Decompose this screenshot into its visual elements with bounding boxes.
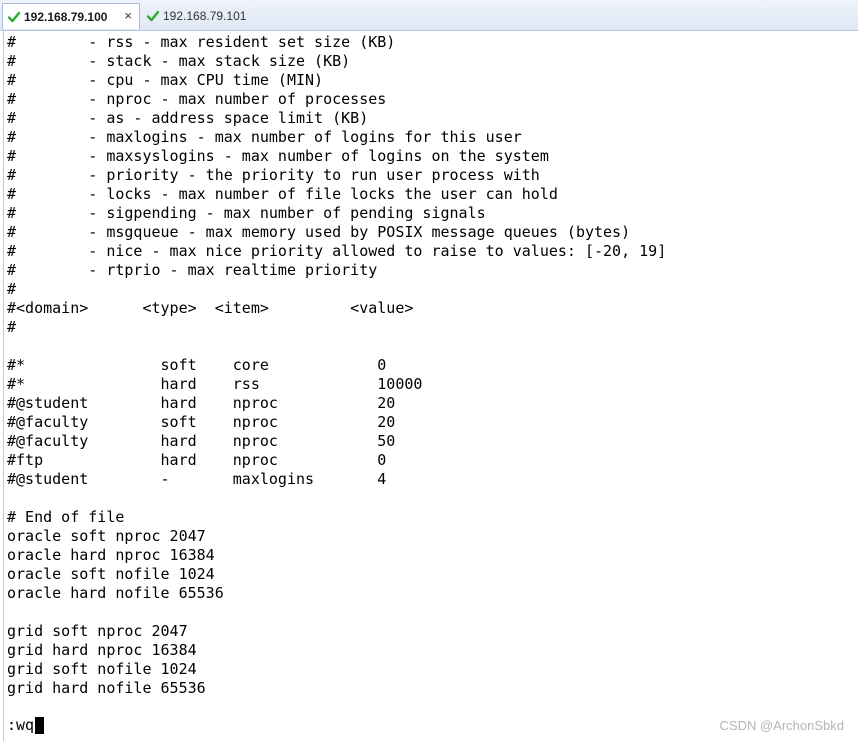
watermark: CSDN @ArchonSbkd	[719, 718, 844, 733]
connected-check-icon	[146, 10, 160, 22]
terminal-line: #	[7, 318, 17, 336]
terminal-line: #@student hard nproc 20	[7, 394, 396, 412]
text-cursor	[35, 717, 45, 734]
terminal-line: grid soft nproc 2047	[7, 622, 188, 640]
terminal-line: #* soft core 0	[7, 356, 387, 374]
terminal-line: #ftp hard nproc 0	[7, 451, 387, 469]
tab-192-168-79-101[interactable]: 192.168.79.101	[142, 3, 282, 29]
terminal-view[interactable]: # - rss - max resident set size (KB) # - …	[3, 31, 858, 741]
terminal-line: #@student - maxlogins 4	[7, 470, 387, 488]
tab-label: 192.168.79.100	[24, 9, 108, 24]
terminal-line: #* hard rss 10000	[7, 375, 423, 393]
terminal-line: # - maxlogins - max number of logins for…	[7, 128, 522, 146]
terminal-line: # - cpu - max CPU time (MIN)	[7, 71, 324, 89]
terminal-line: #@faculty hard nproc 50	[7, 432, 396, 450]
terminal-line: # - rss - max resident set size (KB)	[7, 33, 396, 51]
terminal-line: oracle soft nofile 1024	[7, 565, 215, 583]
tab-192-168-79-100[interactable]: 192.168.79.100 ×	[2, 3, 140, 29]
connected-check-icon	[7, 11, 21, 22]
terminal-line: # - rtprio - max realtime priority	[7, 261, 378, 279]
terminal-line: oracle hard nproc 16384	[7, 546, 215, 564]
terminal-line: oracle soft nproc 2047	[7, 527, 206, 545]
terminal-line: #<domain> <type> <item> <value>	[7, 299, 414, 317]
terminal-line: #@faculty soft nproc 20	[7, 413, 396, 431]
terminal-line: # End of file	[7, 508, 125, 526]
terminal-line: # - sigpending - max number of pending s…	[7, 204, 486, 222]
terminal-line: grid hard nproc 16384	[7, 641, 197, 659]
tab-label: 192.168.79.101	[163, 9, 247, 23]
terminal-line: # - priority - the priority to run user …	[7, 166, 540, 184]
terminal-line: #	[7, 280, 17, 298]
terminal-line: # - stack - max stack size (KB)	[7, 52, 351, 70]
terminal-line: oracle hard nofile 65536	[7, 584, 224, 602]
terminal-output: # - rss - max resident set size (KB) # - …	[7, 33, 666, 698]
command-text: :wq	[7, 716, 35, 734]
terminal-line: # - as - address space limit (KB)	[7, 109, 369, 127]
terminal-line: # - msgqueue - max memory used by POSIX …	[7, 223, 631, 241]
terminal-line: # - nice - max nice priority allowed to …	[7, 242, 667, 260]
terminal-line: # - maxsyslogins - max number of logins …	[7, 147, 549, 165]
terminal-line: grid hard nofile 65536	[7, 679, 206, 697]
terminal-line: # - locks - max number of file locks the…	[7, 185, 558, 203]
tab-bar: 192.168.79.100 × 192.168.79.101	[0, 0, 858, 31]
terminal-line: # - nproc - max number of processes	[7, 90, 387, 108]
command-line[interactable]: :wq	[7, 716, 45, 735]
close-tab-icon[interactable]: ×	[124, 8, 132, 23]
terminal-line: grid soft nofile 1024	[7, 660, 197, 678]
